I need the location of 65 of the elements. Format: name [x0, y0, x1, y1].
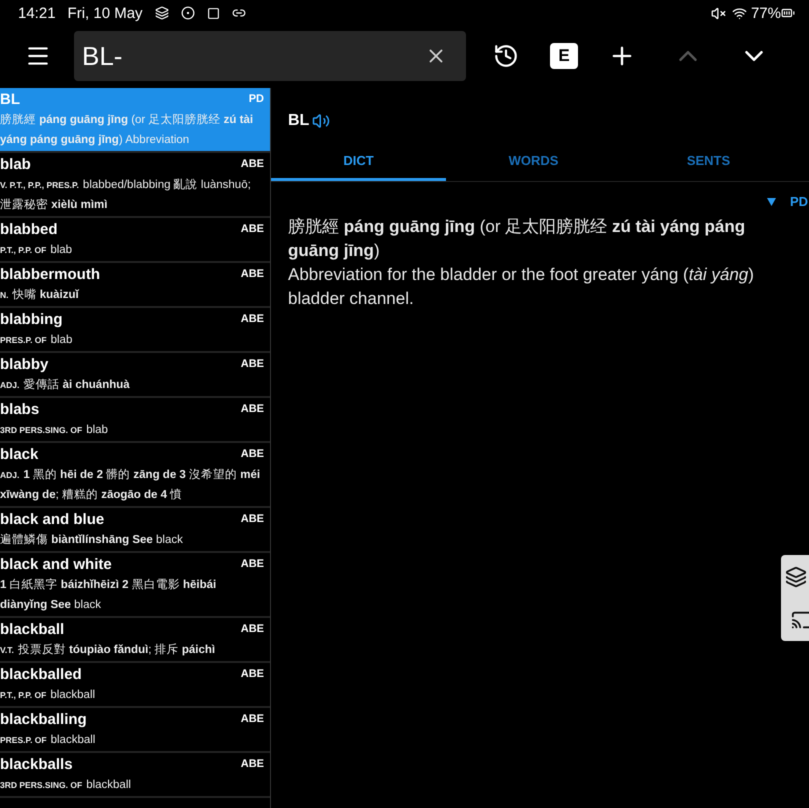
- entry-definition: N. 快嘴 kuàizuǐ: [0, 288, 80, 303]
- entry-source: ABE: [240, 757, 264, 772]
- entry-headword: BL: [0, 90, 20, 110]
- search-input[interactable]: BL-: [80, 40, 414, 72]
- entry-headword: blackball: [0, 620, 64, 640]
- entry-definition: ADJ. 1 黑的 hēi de 2 髒的 zāng de 3 沒希望的 méi xīwàng de; 糟糕的 zāogāo de 4 憤: [0, 468, 262, 503]
- tab[interactable]: SENTS: [621, 143, 796, 181]
- battery-icon: [781, 6, 795, 20]
- entry-headword: black and white: [0, 555, 112, 575]
- entry-headword: blackballing: [0, 710, 87, 730]
- mute-icon: [710, 6, 726, 20]
- entry-headword: blabby: [0, 355, 48, 375]
- entry-source: ABE: [240, 267, 264, 282]
- entry-source: ABE: [240, 712, 264, 727]
- mode-button[interactable]: E: [550, 43, 578, 69]
- layers-icon: [154, 6, 169, 20]
- status-date: Fri, 10 May: [68, 4, 143, 22]
- speaker-icon[interactable]: [312, 112, 330, 130]
- entry-headword: blackballs: [0, 755, 73, 775]
- entry-source: ABE: [240, 447, 264, 462]
- entry-source: ABE: [240, 622, 264, 637]
- definition-text: Abbreviation for the bladder or the foot greater yáng (tài yáng) bladder channel.: [288, 264, 755, 310]
- entry-source: ABE: [240, 667, 264, 682]
- entry-definition: 3RD PERS.SING. OF blackball: [0, 778, 132, 793]
- entry-headword: blackballed: [0, 665, 82, 685]
- chinese-term: 膀胱經 páng guāng jīng (or 足太阳膀胱经 zú tài yáng páng guāng jīng): [288, 216, 746, 262]
- battery-percentage: 77%: [750, 4, 781, 22]
- entry-headword: blabbing: [0, 310, 62, 330]
- circle-dot-icon: [180, 6, 195, 20]
- history-icon: [493, 43, 519, 69]
- entry-source: ABE: [240, 312, 264, 327]
- entry-source: ABE: [240, 402, 264, 417]
- entry-definition: P.T., P.P. OF blab: [0, 243, 74, 258]
- status-time: 14:21: [18, 4, 56, 22]
- app-notification-icon: [206, 6, 220, 20]
- entry-definition: V. P.T., P.P., PRES.P. blabbed/blabbing 亂說 luànshuō; 泄露秘密 xièlù mìmì: [0, 178, 252, 213]
- entry-headword: black and blue: [0, 510, 104, 530]
- entry-source: ABE: [240, 157, 264, 172]
- entry-source: ABE: [240, 512, 264, 527]
- entry-source: ABE: [240, 557, 264, 572]
- entry-headword: blabs: [0, 400, 40, 420]
- entry-source: ABE: [240, 222, 264, 237]
- entry-definition: 3RD PERS.SING. OF blab: [0, 423, 109, 438]
- detail-headword: BL: [288, 112, 310, 130]
- entry-headword: blabbermouth: [0, 265, 100, 285]
- entry-headword: black: [0, 445, 38, 465]
- entry-definition: 遍體鱗傷 biàntǐlínshāng See black: [0, 532, 184, 548]
- entry-headword: blabbed: [0, 220, 58, 240]
- layers-icon[interactable]: [785, 566, 807, 588]
- entry-definition: PRES.P. OF blab: [0, 333, 74, 348]
- entry-source: ABE: [240, 357, 264, 372]
- entry-source: PD: [248, 92, 264, 107]
- entry-headword: blab: [0, 155, 31, 175]
- dropdown-triangle-icon[interactable]: [766, 198, 776, 206]
- wifi-icon: [732, 6, 747, 20]
- entry-definition: 膀胱經 páng guāng jīng (or 足太阳膀胱经 zú tài yáng páng guāng jīng) Abbreviation: [0, 112, 254, 148]
- search-field[interactable]: BL-: [74, 31, 466, 81]
- entry-definition: V.T. 投票反對 tóupiào fǎnduì; 排斥 páichì: [0, 642, 216, 658]
- entry-definition: 1 白紙黑字 báizhǐhēizì 2 黑白電影 hēibái diànyǐng See black: [0, 577, 218, 613]
- entry-definition: ADJ. 愛傳話 ài chuánhuà: [0, 378, 131, 393]
- dictionary-source: PD: [790, 194, 808, 209]
- tab[interactable]: DICT: [271, 143, 446, 181]
- tab[interactable]: WORDS: [446, 143, 621, 181]
- entry-definition: P.T., P.P. OF blackball: [0, 688, 96, 703]
- entry-definition: PRES.P. OF blackball: [0, 733, 96, 748]
